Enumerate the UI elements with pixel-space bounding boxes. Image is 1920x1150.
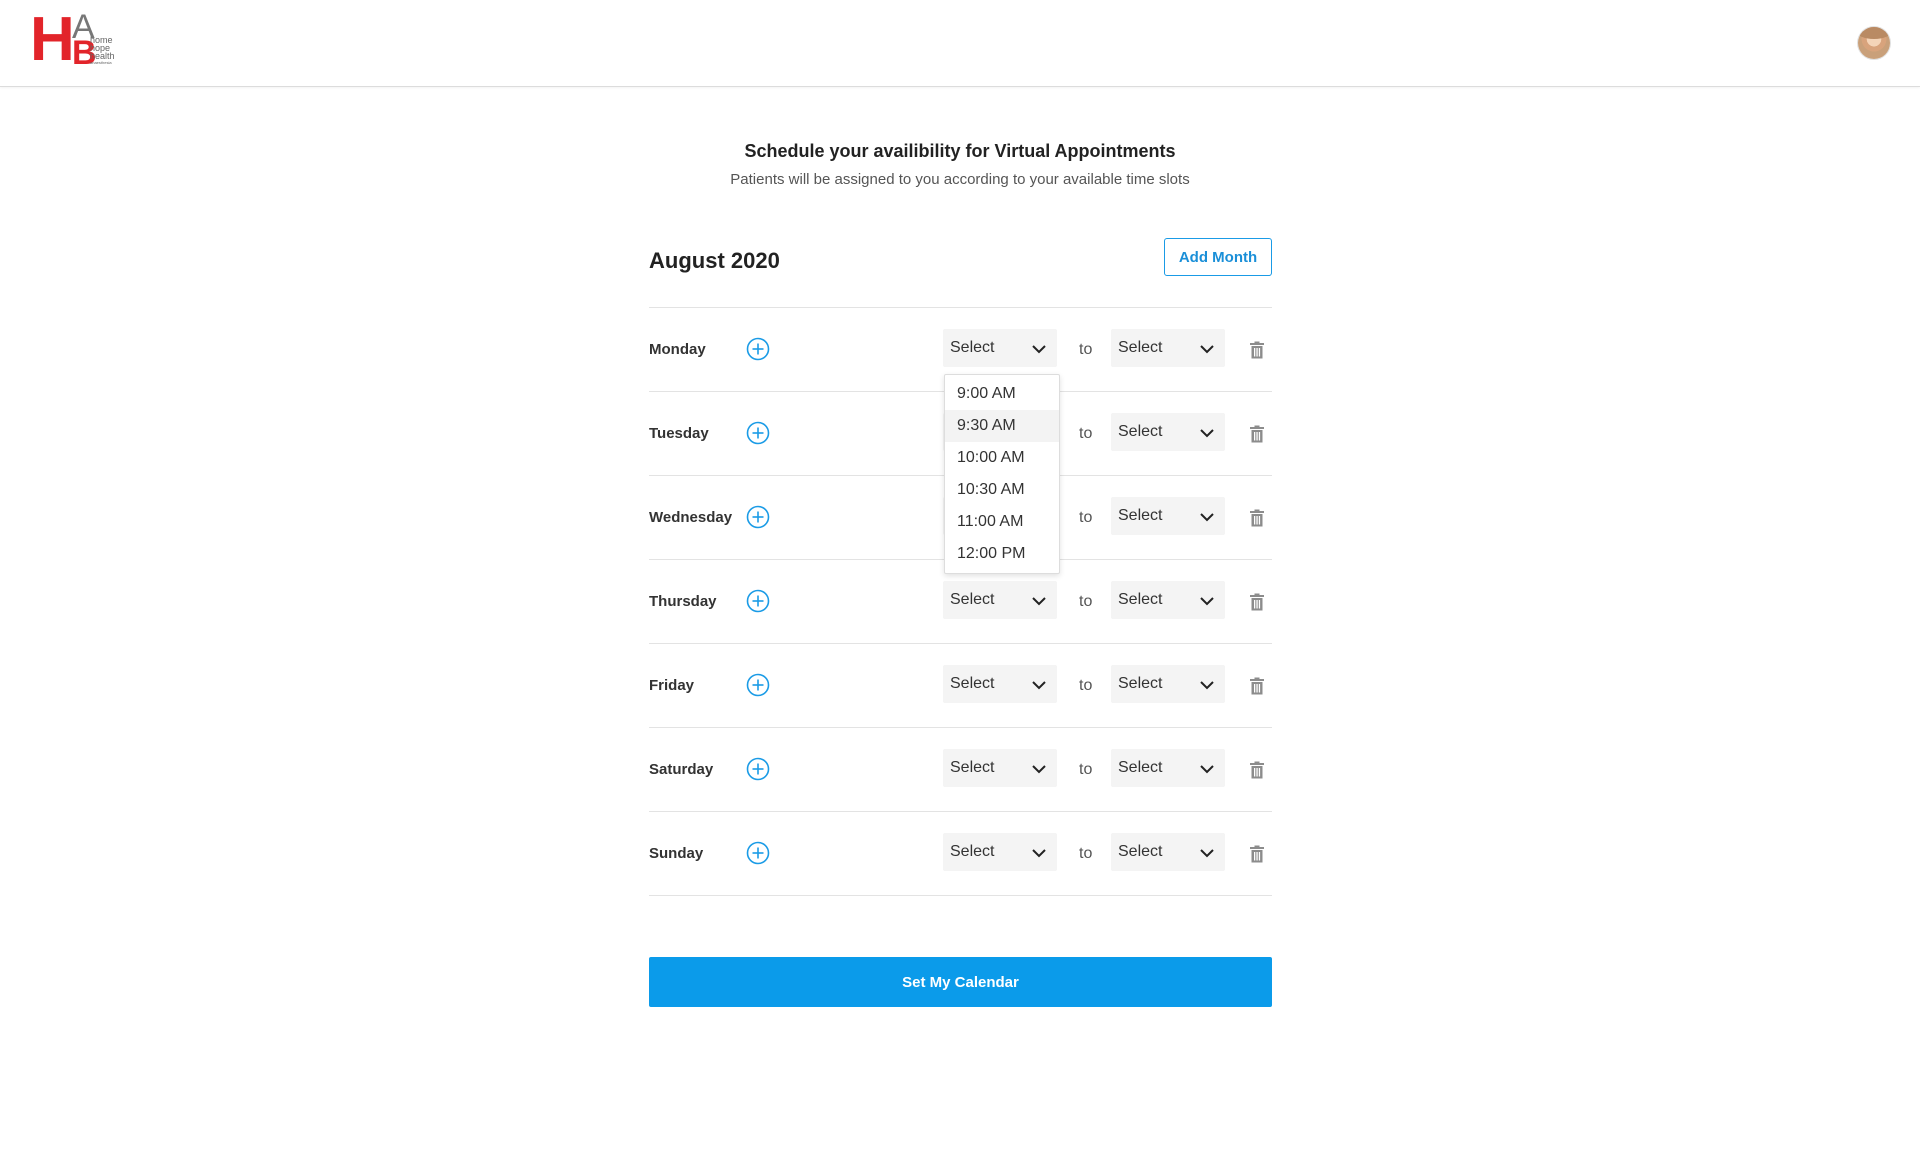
logo-letter-h: H (30, 5, 75, 74)
chevron-down-icon (1031, 762, 1047, 774)
start-time-select[interactable]: Select (943, 329, 1057, 367)
select-value: Select (1118, 507, 1163, 524)
page-title: Schedule your availibility for Virtual A… (744, 141, 1176, 161)
day-row-saturday: Saturday Select to Select (649, 728, 1272, 812)
select-value: Select (1118, 591, 1163, 608)
add-slot-icon[interactable] (746, 841, 770, 865)
to-separator: to (1079, 509, 1093, 526)
to-separator: to (1079, 677, 1093, 694)
time-option[interactable]: 9:00 AM (945, 378, 1059, 410)
chevron-down-icon (1031, 678, 1047, 690)
start-time-select[interactable]: Select (943, 833, 1057, 871)
select-value: Select (950, 339, 995, 356)
page-subtitle: Patients will be assigned to you accordi… (730, 171, 1190, 188)
trash-icon[interactable] (1249, 341, 1265, 359)
trash-icon[interactable] (1249, 677, 1265, 695)
logo-word: health (90, 51, 115, 61)
chevron-down-icon (1031, 594, 1047, 606)
time-option[interactable]: 12:00 PM (945, 538, 1059, 570)
end-time-select[interactable]: Select (1111, 833, 1225, 871)
day-label: Wednesday (649, 509, 733, 526)
trash-icon[interactable] (1249, 845, 1265, 863)
to-separator: to (1079, 845, 1093, 862)
select-value: Select (950, 843, 995, 860)
day-label: Friday (649, 677, 695, 694)
add-slot-icon[interactable] (746, 337, 770, 361)
trash-icon[interactable] (1249, 425, 1265, 443)
chevron-down-icon (1031, 846, 1047, 858)
select-value: Select (950, 759, 995, 776)
time-option[interactable]: 9:30 AM (945, 410, 1059, 442)
day-label: Saturday (649, 761, 714, 778)
trash-icon[interactable] (1249, 761, 1265, 779)
chevron-down-icon (1199, 594, 1215, 606)
select-value: Select (950, 675, 995, 692)
start-time-select[interactable]: Select (943, 581, 1057, 619)
chevron-down-icon (1199, 510, 1215, 522)
select-value: Select (1118, 843, 1163, 860)
day-label: Sunday (649, 845, 704, 862)
end-time-select[interactable]: Select (1111, 665, 1225, 703)
brand-logo[interactable]: H A B home hope health anaesthesia (28, 5, 124, 74)
logo-wordmark: home hope health anaesthesia (90, 36, 115, 66)
time-option[interactable]: 10:30 AM (945, 474, 1059, 506)
time-option[interactable]: 11:00 AM (945, 506, 1059, 538)
end-time-select[interactable]: Select (1111, 413, 1225, 451)
chevron-down-icon (1031, 342, 1047, 354)
add-slot-icon[interactable] (746, 757, 770, 781)
day-label: Monday (649, 341, 706, 358)
day-row-friday: Friday Select to Select (649, 644, 1272, 728)
to-separator: to (1079, 593, 1093, 610)
to-separator: to (1079, 761, 1093, 778)
add-slot-icon[interactable] (746, 589, 770, 613)
time-option[interactable]: 10:00 AM (945, 442, 1059, 474)
add-slot-icon[interactable] (746, 673, 770, 697)
time-dropdown-menu: 9:00 AM 9:30 AM 10:00 AM 10:30 AM 11:00 AM 12… (944, 374, 1060, 574)
chevron-down-icon (1199, 846, 1215, 858)
logo-tagline: anaesthesia (90, 60, 112, 65)
to-separator: to (1079, 425, 1093, 442)
end-time-select[interactable]: Select (1111, 497, 1225, 535)
set-calendar-button[interactable]: Set My Calendar (649, 957, 1272, 1007)
select-value: Select (1118, 339, 1163, 356)
day-label: Thursday (649, 593, 717, 610)
day-label: Tuesday (649, 425, 709, 442)
add-slot-icon[interactable] (746, 505, 770, 529)
user-avatar[interactable] (1858, 27, 1890, 59)
select-value: Select (950, 591, 995, 608)
add-slot-icon[interactable] (746, 421, 770, 445)
day-row-sunday: Sunday Select to Select (649, 812, 1272, 896)
add-month-button[interactable]: Add Month (1164, 238, 1272, 276)
chevron-down-icon (1199, 426, 1215, 438)
select-value: Select (1118, 759, 1163, 776)
start-time-select[interactable]: Select (943, 749, 1057, 787)
chevron-down-icon (1199, 678, 1215, 690)
start-time-select[interactable]: Select (943, 665, 1057, 703)
chevron-down-icon (1199, 762, 1215, 774)
top-navbar: H A B home hope health anaesthesia (0, 0, 1920, 87)
trash-icon[interactable] (1249, 509, 1265, 527)
end-time-select[interactable]: Select (1111, 581, 1225, 619)
end-time-select[interactable]: Select (1111, 329, 1225, 367)
select-value: Select (1118, 675, 1163, 692)
trash-icon[interactable] (1249, 593, 1265, 611)
end-time-select[interactable]: Select (1111, 749, 1225, 787)
chevron-down-icon (1199, 342, 1215, 354)
to-separator: to (1079, 341, 1093, 358)
month-title: August 2020 (649, 248, 780, 273)
select-value: Select (1118, 423, 1163, 440)
